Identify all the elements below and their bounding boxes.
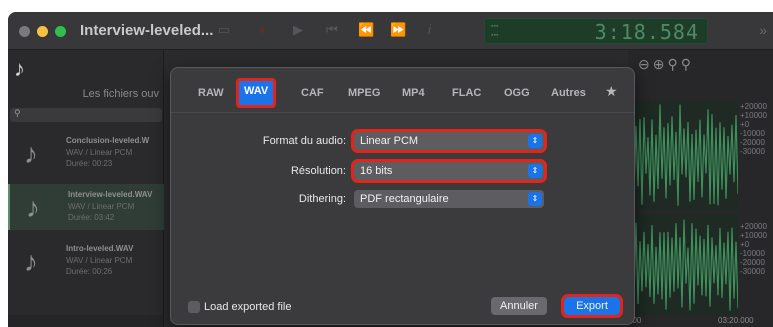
chevron-updown-icon: ⇕ [528,164,542,178]
export-dialog: RAW WAV CAF MPEG MP4 FLAC OGG Autres ★ F… [170,67,635,325]
zoom-tools: ⊖⊕⚲⚲ [638,56,694,73]
resolution-select[interactable]: 16 bits ⇕ [351,159,547,183]
time-display: ▪▪▪ ▪▪▪ 3:18.584 [484,18,708,44]
amplitude-scale-bottom: +20000 +10000 +0 -10000 -20000 -30000 [740,222,767,276]
info-icon[interactable]: i [428,22,431,37]
load-exported-checkbox[interactable] [188,301,200,313]
lcd-time: 3:18.584 [594,20,699,44]
tab-caf[interactable]: CAF [301,83,324,103]
skip-start-icon[interactable]: ⏮ [326,22,338,38]
tab-raw[interactable]: RAW [198,83,224,103]
dithering-label: Dithering: [298,193,346,205]
amplitude-scale-top: +20000 +10000 +0 -10000 -20000 -30000 [740,102,767,156]
audio-format-label: Format du audio: [262,135,346,147]
audio-format-value: Linear PCM [360,135,419,147]
play-icon[interactable]: ▶ [293,22,303,38]
title-bar: Interview-leveled... ▭ ● ▶ ⏮ ⏪ ⏩ i ▪▪▪ ▪▪… [8,12,773,50]
file-list-item-selected[interactable]: ♪ Interview-leveled.WAV WAV / Linear PCM… [8,184,164,230]
load-exported-label: Load exported file [204,301,292,313]
music-note-icon: ♪ [14,56,25,81]
file-duration: Durée: 00:26 [66,267,113,276]
file-list-item[interactable]: ♪ Conclusion-leveled.W WAV / Linear PCM … [8,130,164,176]
minimize-window-button[interactable] [37,26,48,37]
lcd-indicators: ▪▪▪ ▪▪▪ [491,23,499,39]
sidebar-search-input[interactable]: ⚲ [10,108,162,122]
audio-file-icon: ♪ [26,192,40,223]
tab-ogg[interactable]: OGG [504,83,530,103]
waveform-channel-bottom[interactable] [628,215,738,315]
tab-wav[interactable]: WAV [235,78,277,108]
forward-icon[interactable]: ⏩ [390,22,406,38]
sidebar-footer [8,315,163,327]
waveform-line [628,104,738,206]
file-list-item[interactable]: ♪ Intro-leveled.WAV WAV / Linear PCM Dur… [8,238,164,284]
overflow-chevron-icon[interactable]: » [759,22,767,38]
dithering-value: PDF rectangulaire [360,193,449,205]
tab-divider [171,112,634,113]
zoom-out-icon[interactable]: ⊖ [638,56,653,72]
file-format: WAV / Linear PCM [66,256,133,265]
favorites-star-icon[interactable]: ★ [605,83,618,100]
waveform-area: ⊖⊕⚲⚲ +20000 +10000 +0 -10000 -20000 -30000 +2… [628,50,773,327]
file-name: Conclusion-leveled.W [66,136,150,145]
chevron-updown-icon: ⇕ [528,192,542,206]
file-name: Interview-leveled.WAV [68,190,153,199]
cancel-button[interactable]: Annuler [491,297,547,315]
maximize-window-button[interactable] [55,26,66,37]
tab-flac[interactable]: FLAC [452,83,481,103]
close-window-button[interactable] [19,26,30,37]
chevron-updown-icon: ⇕ [528,134,542,148]
audio-file-icon: ♪ [24,138,38,169]
file-duration: Durée: 03:42 [68,213,115,222]
dithering-select[interactable]: PDF rectangulaire ⇕ [354,190,544,208]
tab-mpeg[interactable]: MPEG [348,83,380,103]
window-title: Interview-leveled... [80,22,214,39]
file-name: Intro-leveled.WAV [66,244,134,253]
format-tabs: RAW WAV CAF MPEG MP4 FLAC OGG Autres ★ [171,78,634,108]
waveform-channel-top[interactable] [628,100,738,210]
resolution-label: Résolution: [290,165,346,177]
app-window: Interview-leveled... ▭ ● ▶ ⏮ ⏪ ⏩ i ▪▪▪ ▪▪… [8,12,773,327]
zoom-fit-icon[interactable]: ⚲ [667,56,680,72]
zoom-selection-icon[interactable]: ⚲ [681,56,694,72]
file-format: WAV / Linear PCM [68,202,135,211]
tab-autres[interactable]: Autres [551,83,586,103]
waveform-svg-bottom [628,219,738,311]
waveform-line [628,219,738,311]
waveform-svg-top [628,104,738,206]
rewind-icon[interactable]: ⏪ [358,22,374,38]
time-end: 03:20.000 [718,316,754,325]
file-duration: Durée: 00:23 [66,159,113,168]
record-icon[interactable]: ● [258,22,266,37]
tab-mp4[interactable]: MP4 [402,83,425,103]
resolution-value: 16 bits [360,165,393,177]
sidebar-header: Les fichiers ouv [82,88,159,100]
file-sidebar: ♪ Les fichiers ouv ⚲ ♪ Conclusion-levele… [8,50,164,327]
file-format: WAV / Linear PCM [66,148,133,157]
audio-format-select[interactable]: Linear PCM ⇕ [351,129,547,153]
zoom-in-icon[interactable]: ⊕ [653,56,668,72]
audio-file-icon: ♪ [24,246,38,277]
export-button[interactable]: Export [561,294,623,318]
search-icon: ⚲ [14,108,21,118]
sidebar-toggle-icon[interactable]: ▭ [218,22,230,38]
time-ruler: 000 03:20.000 [628,315,773,327]
